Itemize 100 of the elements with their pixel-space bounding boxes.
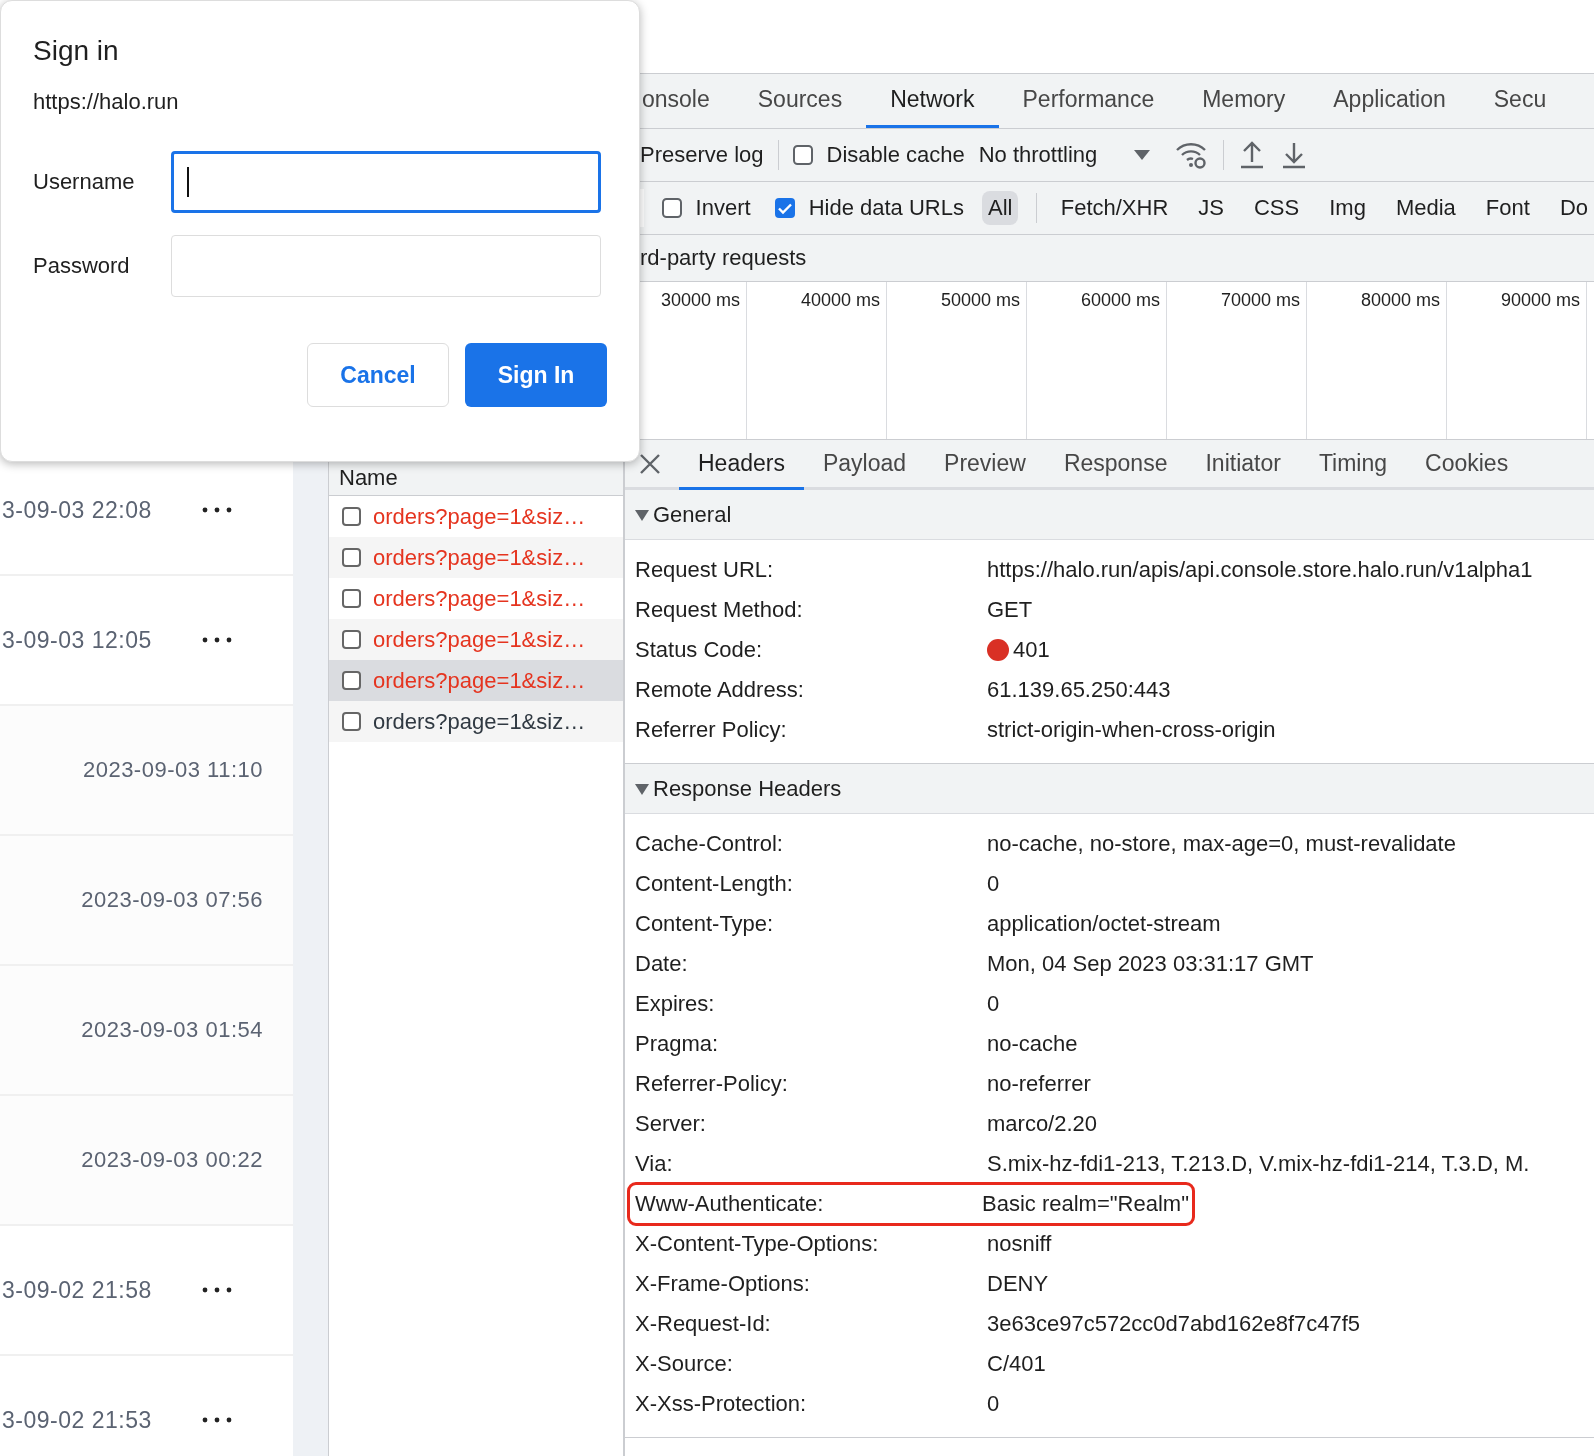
cancel-button[interactable]: Cancel (307, 343, 449, 407)
detail-tab[interactable]: Payload (803, 440, 926, 490)
checkbox[interactable] (342, 671, 361, 690)
header-name: Referrer-Policy: (634, 1071, 789, 1097)
header-name: Referrer Policy: (634, 717, 788, 743)
header-value: Mon, 04 Sep 2023 03:31:17 GMT (987, 951, 1314, 977)
section-header[interactable]: Response Headers (625, 764, 1594, 814)
header-name: X-Frame-Options: (634, 1271, 811, 1297)
header-name: Content-Length: (634, 871, 794, 897)
type-filter[interactable]: Img (1323, 191, 1372, 225)
request-row[interactable]: orders?page=1&siz… (329, 619, 623, 660)
header-name: Content-Type: (634, 911, 775, 937)
header-name: Pragma: (634, 1031, 720, 1057)
date-text: 3-09-02 21:58 (2, 1276, 152, 1304)
type-filter[interactable]: Do (1553, 191, 1594, 225)
detail-tab[interactable]: Response (1044, 440, 1187, 490)
header-name: Via: (634, 1151, 674, 1177)
type-filter[interactable]: All (981, 191, 1019, 225)
detail-tab[interactable]: Initiator (1186, 440, 1300, 490)
username-field[interactable] (171, 151, 601, 213)
checkbox[interactable] (342, 507, 361, 526)
expanded-triangle-icon (635, 507, 649, 522)
devtools-tab[interactable]: Secu (1469, 74, 1571, 128)
more-icon[interactable] (201, 507, 232, 513)
checkbox[interactable] (774, 198, 795, 218)
checkbox[interactable] (342, 712, 361, 731)
column-header: Name (339, 465, 398, 491)
date-text: 2023-09-03 00:22 (81, 1147, 263, 1173)
time-tick: 60000 ms (1080, 290, 1160, 310)
header-name: Expires: (634, 991, 716, 1017)
request-row[interactable]: orders?page=1&siz… (329, 537, 623, 578)
devtools-tab[interactable]: Sources (733, 74, 867, 128)
checkbox[interactable] (342, 630, 361, 649)
devtools-tab[interactable]: Performance (998, 74, 1179, 128)
field-label: Username (33, 169, 136, 195)
request-row[interactable]: orders?page=1&siz… (329, 496, 623, 537)
more-icon[interactable] (201, 637, 232, 643)
header-value: 0 (987, 1391, 1000, 1417)
field-label: Password (33, 253, 131, 279)
section-header[interactable]: General (625, 490, 1594, 540)
header-value: Basic realm="Realm" (982, 1191, 1189, 1217)
header-value: application/octet-stream (987, 911, 1221, 937)
type-filter[interactable]: CSS (1248, 191, 1306, 225)
detail-tab[interactable]: Timing (1299, 440, 1407, 490)
date-text: 2023-09-03 11:10 (82, 757, 263, 783)
time-tick: 30000 ms (660, 290, 740, 310)
header-value: strict-origin-when-cross-origin (987, 717, 1276, 743)
time-tick: 90000 ms (1500, 290, 1580, 310)
header-value: S.mix-hz-fdi1-213, T.213.D, V.mix-hz-fdi1-214, T.3.D, M. (987, 1151, 1530, 1177)
type-filter[interactable]: Font (1479, 191, 1536, 225)
dialog-title: Sign in (33, 35, 120, 67)
preserve-log-label: Preserve log (640, 142, 764, 168)
devtools-tab[interactable]: onsole (640, 74, 734, 128)
header-value: https://halo.run/apis/api.console.store.halo.run/v1alpha1 (987, 557, 1533, 583)
more-icon[interactable] (201, 1287, 232, 1293)
date-text: 2023-09-03 01:54 (81, 1017, 263, 1043)
header-value: GET (987, 597, 1033, 623)
text-caret (187, 167, 189, 197)
header-name: X-Content-Type-Options: (634, 1231, 880, 1257)
header-value: 3e63ce97c572cc0d7abd162e8f7c47f5 (987, 1311, 1361, 1337)
checkbox[interactable] (792, 145, 813, 165)
close-icon[interactable] (639, 452, 661, 475)
detail-tab[interactable]: Cookies (1406, 440, 1528, 490)
sign-in-button[interactable]: Sign In (465, 343, 607, 407)
header-name: Cache-Control: (634, 831, 784, 857)
third-party-label: rd-party requests (640, 245, 807, 271)
checkbox-label: Disable cache (826, 142, 965, 168)
header-value: C/401 (987, 1351, 1046, 1377)
header-name: Remote Address: (634, 677, 805, 703)
request-row[interactable]: orders?page=1&siz… (329, 578, 623, 619)
header-value: 0 (987, 991, 1000, 1017)
checkbox[interactable] (661, 198, 682, 218)
devtools-tab[interactable]: Application (1309, 74, 1470, 128)
header-name: X-Source: (634, 1351, 734, 1377)
date-text: 3-09-03 12:05 (2, 626, 152, 654)
header-value: nosniff (987, 1231, 1052, 1257)
checkbox[interactable] (342, 589, 361, 608)
header-name: X-Request-Id: (634, 1311, 772, 1337)
date-text: 3-09-03 22:08 (2, 496, 152, 524)
checkbox-label: Hide data URLs (808, 195, 964, 221)
throttling-dropdown[interactable]: No throttling (978, 142, 1152, 168)
date-text: 3-09-02 21:53 (2, 1406, 152, 1434)
header-name: Request URL: (634, 557, 775, 583)
password-field[interactable] (171, 235, 601, 297)
detail-tab[interactable]: Preview (925, 440, 1045, 490)
header-value: no-cache, no-store, max-age=0, must-revalidate (987, 831, 1456, 857)
time-tick: 70000 ms (1220, 290, 1300, 310)
type-filter[interactable]: Fetch/XHR (1054, 191, 1175, 225)
request-row[interactable]: orders?page=1&siz… (329, 701, 623, 742)
checkbox[interactable] (342, 548, 361, 567)
header-name: Status Code: (634, 637, 764, 663)
time-tick: 80000 ms (1360, 290, 1440, 310)
header-value: 61.139.65.250:443 (987, 677, 1171, 703)
dropdown-caret-icon (1133, 149, 1152, 161)
devtools-tab[interactable]: Memory (1178, 74, 1310, 128)
time-tick: 50000 ms (940, 290, 1020, 310)
header-name: Www-Authenticate: (634, 1191, 825, 1217)
more-icon[interactable] (201, 1417, 232, 1423)
type-filter[interactable]: JS (1192, 191, 1230, 225)
type-filter[interactable]: Media (1389, 191, 1462, 225)
